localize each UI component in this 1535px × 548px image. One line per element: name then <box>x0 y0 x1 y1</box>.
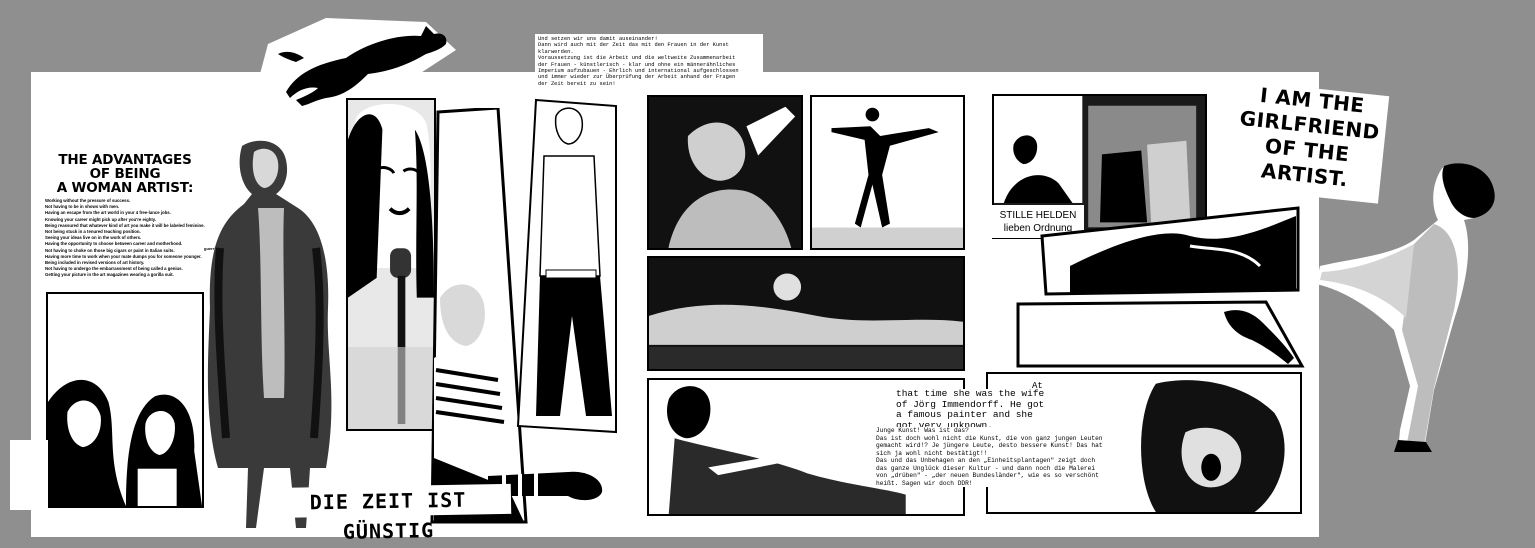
title-line-3: A WOMAN ARTIST: <box>56 180 194 196</box>
photo-torn-edge <box>10 440 48 510</box>
panel-slanted-textured <box>1040 206 1300 296</box>
shoe-silhouette-icon <box>1224 310 1294 364</box>
die-zeit-ist-guenstig-banner: DIE ZEIT IST GÜNSTIG <box>264 483 512 544</box>
photo-fur-coat-woman <box>207 140 332 528</box>
junge-kunst-text: Junge Kunst! Was ist das? Das ist doch w… <box>876 427 1126 487</box>
photo-yoga-pose <box>810 95 965 250</box>
immendorff-lead: that time she was the wife of Jörg Immen… <box>896 388 1046 431</box>
photo-blonde-microphone <box>346 98 436 431</box>
photo-reclining-woman <box>647 256 965 371</box>
list-item: Getting your picture in the art magazine… <box>45 272 174 278</box>
german-note-center: Und setzen wir uns damit auseinander! Da… <box>535 34 763 90</box>
title-line-1: THE ADVANTAGES <box>58 152 192 168</box>
photo-kicking-woman <box>1316 163 1495 452</box>
list-item: Having the opportunity to choose between… <box>45 241 183 247</box>
photo-two-women <box>46 292 204 508</box>
photo-man-reaching <box>647 95 803 250</box>
drawing-woman-standing <box>516 98 617 434</box>
title-line-2: OF BEING <box>89 166 161 182</box>
advantages-list: Working without the pressure of success.… <box>45 198 205 279</box>
advantages-title: THE ADVANTAGES OF BEING A WOMAN ARTIST: <box>45 153 205 195</box>
